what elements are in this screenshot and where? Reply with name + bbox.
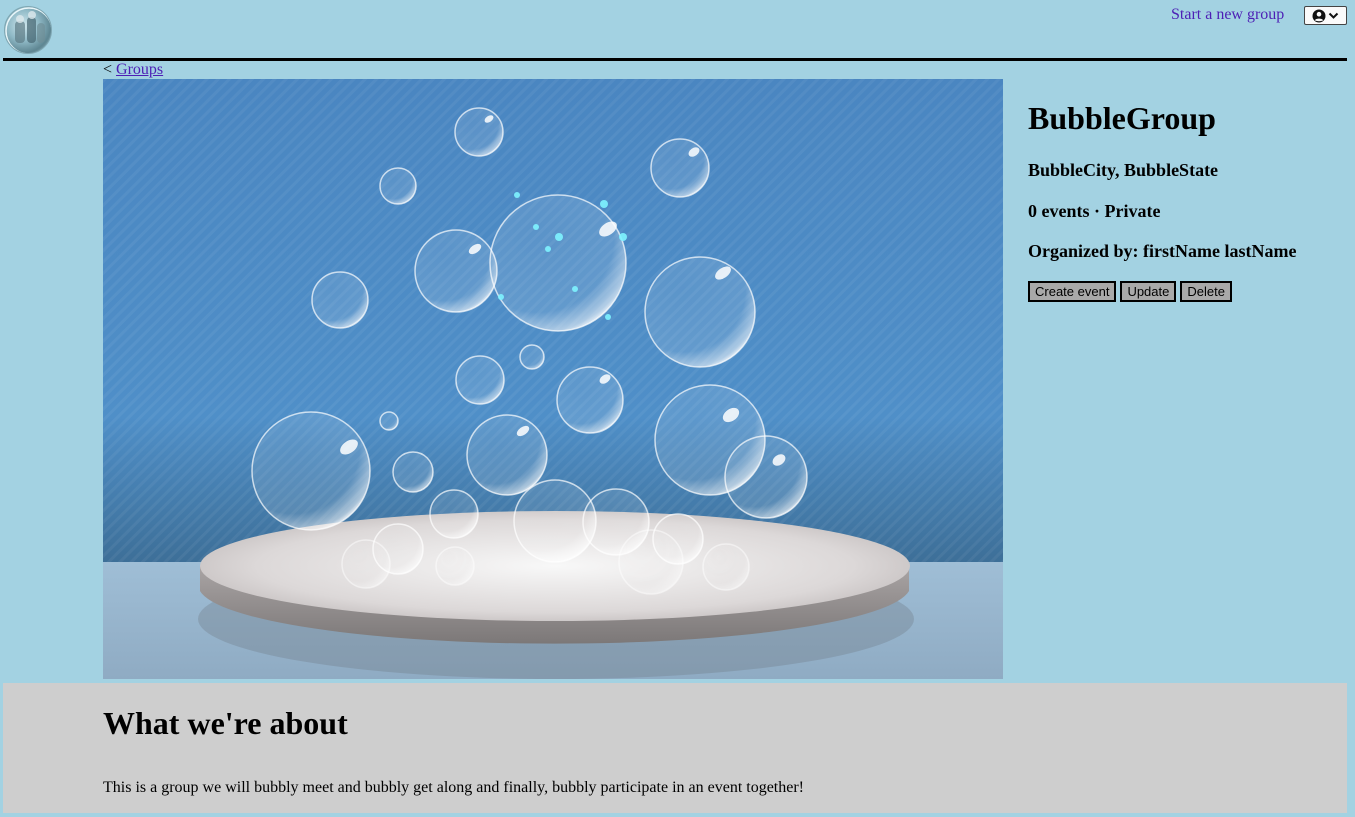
group-hero-image bbox=[103, 79, 1003, 679]
chevron-down-icon bbox=[1328, 12, 1339, 19]
group-location: BubbleCity, BubbleState bbox=[1028, 160, 1219, 180]
group-organizer: Organized by: firstName lastName bbox=[1028, 241, 1297, 261]
group-event-stats: 0 events · Private bbox=[1028, 201, 1161, 221]
about-description: This is a group we will bubbly meet and … bbox=[103, 779, 805, 796]
logo-image[interactable] bbox=[4, 6, 52, 54]
breadcrumb-groups-link[interactable]: Groups bbox=[116, 61, 163, 78]
breadcrumb-back-arrow: < bbox=[103, 61, 113, 78]
profile-menu-button[interactable] bbox=[1304, 6, 1347, 25]
update-group-button[interactable]: Update bbox=[1120, 281, 1177, 302]
group-title: BubbleGroup bbox=[1028, 100, 1216, 136]
start-new-group-link[interactable]: Start a new group bbox=[1171, 6, 1284, 24]
user-circle-icon bbox=[1312, 9, 1326, 22]
header-divider bbox=[3, 58, 1347, 61]
create-event-button[interactable]: Create event bbox=[1028, 281, 1117, 302]
delete-group-button[interactable]: Delete bbox=[1180, 281, 1232, 302]
about-heading: What we're about bbox=[103, 705, 348, 741]
about-section: What we're about This is a group we will… bbox=[3, 683, 1347, 813]
group-info: BubbleGroup BubbleCity, BubbleState 0 ev… bbox=[1028, 98, 1296, 302]
group-actions: Create event Update Delete bbox=[1028, 281, 1232, 302]
breadcrumb: < Groups bbox=[103, 61, 163, 79]
